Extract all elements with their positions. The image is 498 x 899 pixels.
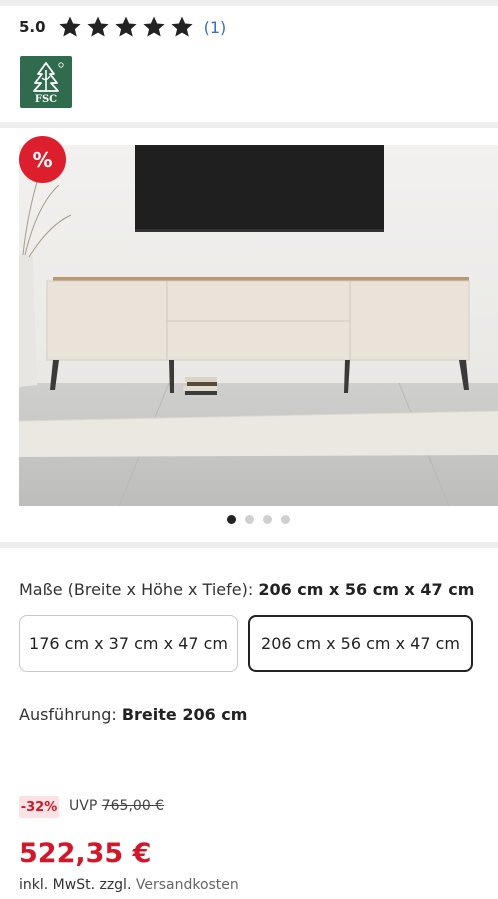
dimensions-label: Maße (Breite x Höhe x Tiefe): — [19, 580, 254, 599]
dimensions-selected: 206 cm x 56 cm x 47 cm — [258, 580, 475, 599]
size-option-label: 176 cm x 37 cm x 47 cm — [29, 634, 228, 653]
rating-summary[interactable]: 5.0 (1) — [19, 14, 226, 40]
rating-score: 5.0 — [19, 18, 46, 36]
tax-info: inkl. MwSt. zzgl. Versandkosten — [19, 877, 239, 893]
star-icon — [58, 16, 81, 37]
carousel-dot[interactable] — [262, 515, 272, 524]
top-divider — [0, 0, 498, 6]
shipping-costs-link[interactable]: Versandkosten — [136, 877, 239, 893]
star-icon — [170, 16, 193, 37]
star-icon — [114, 16, 137, 37]
tax-text: inkl. MwSt. zzgl. — [19, 877, 132, 893]
size-option-label: 206 cm x 56 cm x 47 cm — [261, 634, 460, 653]
fsc-logo: FSC — [20, 56, 72, 108]
uvp-old-price: 765,00 € — [101, 798, 165, 814]
carousel-dot[interactable] — [226, 515, 236, 524]
dimensions-heading: Maße (Breite x Höhe x Tiefe): 206 cm x 5… — [19, 580, 474, 599]
fsc-tree-icon: FSC — [33, 62, 64, 105]
rating-stars — [58, 15, 194, 39]
discount-badge: -32% — [19, 796, 59, 818]
section-divider — [0, 542, 498, 548]
product-image[interactable] — [19, 145, 498, 506]
carousel-dot[interactable] — [280, 515, 290, 524]
section-divider — [0, 122, 498, 128]
current-price: 522,35 € — [19, 838, 152, 869]
review-count-link[interactable]: (1) — [204, 18, 227, 37]
carousel-indicator[interactable] — [0, 515, 498, 524]
size-option-206-selected[interactable]: 206 cm x 56 cm x 47 cm — [248, 615, 473, 672]
star-icon — [142, 16, 165, 37]
star-icon — [86, 16, 109, 37]
size-option-176[interactable]: 176 cm x 37 cm x 47 cm — [19, 615, 238, 672]
carousel-dot[interactable] — [244, 515, 254, 524]
variant-value: Breite 206 cm — [121, 705, 248, 724]
uvp-price: UVP 765,00 € — [69, 798, 164, 814]
variant-label: Ausführung: — [19, 705, 117, 724]
sale-badge: % — [19, 136, 66, 183]
svg-text:FSC: FSC — [35, 94, 57, 105]
variant-heading: Ausführung: Breite 206 cm — [19, 705, 247, 724]
uvp-label: UVP — [69, 798, 98, 814]
